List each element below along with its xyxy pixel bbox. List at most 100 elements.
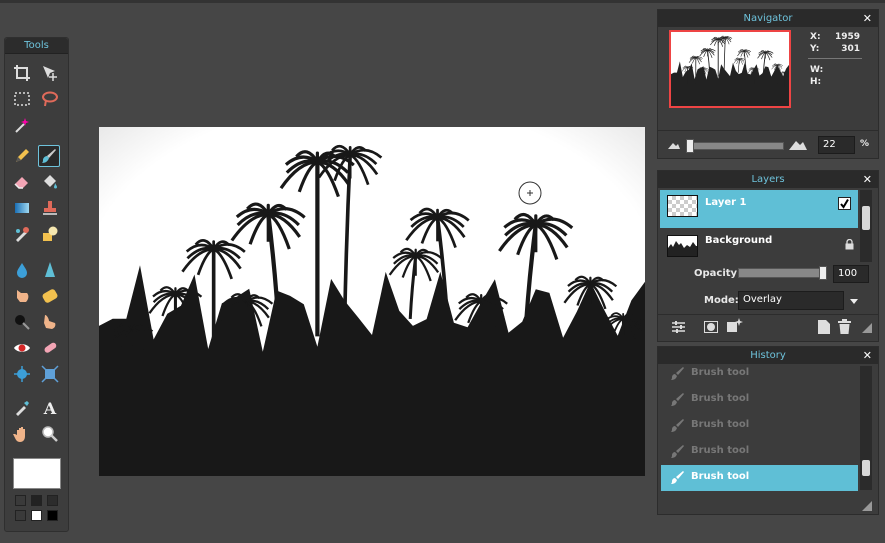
history-item[interactable]: Brush tool	[661, 387, 858, 413]
top-divider	[0, 0, 885, 3]
burn-tool-icon[interactable]	[39, 311, 61, 333]
zoom-slider-knob[interactable]	[686, 139, 694, 153]
opacity-input[interactable]: 100	[833, 265, 869, 283]
history-item[interactable]: Brush tool	[661, 361, 858, 387]
color-picker-tool-icon[interactable]	[11, 397, 33, 419]
blend-mode-select[interactable]: Overlay	[738, 291, 844, 310]
background-thumbnail	[667, 235, 698, 257]
history-panel: History ✕ Brush tool Brush tool Brush tool…	[657, 346, 879, 515]
secondary-swatch-2[interactable]	[31, 495, 42, 506]
brush-icon	[671, 367, 684, 380]
x-value: 1959	[834, 32, 860, 42]
layer-row-background[interactable]: Background	[660, 230, 858, 268]
opacity-label: Opacity:	[694, 268, 742, 279]
layers-panel: Layers ✕ Layer 1 Background Opacity: 100…	[657, 170, 879, 342]
image-canvas[interactable]	[99, 127, 645, 476]
layers-close-icon[interactable]: ✕	[863, 171, 872, 188]
hand-tool-icon[interactable]	[11, 423, 33, 445]
tools-panel: Tools A	[4, 37, 69, 532]
crop-tool-icon[interactable]	[11, 62, 33, 84]
layers-scroll-thumb[interactable]	[862, 206, 870, 230]
zoom-bar: 22 %	[658, 130, 878, 158]
spot-heal-tool-icon[interactable]	[39, 337, 61, 359]
zoom-in-icon[interactable]	[789, 139, 807, 150]
background-layer-name: Background	[705, 235, 773, 246]
pencil-tool-icon[interactable]	[11, 145, 33, 167]
history-close-icon[interactable]: ✕	[863, 347, 872, 364]
type-tool-icon[interactable]: A	[39, 397, 61, 419]
history-scrollbar[interactable]	[860, 366, 872, 490]
history-scroll-thumb[interactable]	[862, 460, 870, 476]
navigator-title: Navigator	[743, 13, 793, 24]
sharpen-tool-icon[interactable]	[39, 259, 61, 281]
history-title: History	[750, 350, 786, 361]
opacity-slider-knob[interactable]	[819, 266, 827, 280]
lasso-tool-icon[interactable]	[39, 88, 61, 110]
marquee-tool-icon[interactable]	[11, 88, 33, 110]
layer-mask-icon[interactable]	[704, 321, 718, 333]
clone-stamp-tool-icon[interactable]	[39, 197, 61, 219]
pinch-tool-icon[interactable]	[39, 363, 61, 385]
x-label: X:	[810, 32, 821, 42]
palm-trees-photo	[99, 127, 645, 476]
magic-wand-tool-icon[interactable]	[11, 114, 33, 136]
h-label: H:	[810, 77, 822, 87]
navigator-separator	[808, 58, 862, 59]
history-item-label: Brush tool	[691, 393, 750, 404]
layer-row-layer-1[interactable]: Layer 1	[660, 190, 858, 228]
zoom-unit: %	[860, 139, 870, 149]
layer-styles-icon[interactable]	[726, 318, 743, 333]
secondary-swatch-4[interactable]	[15, 510, 26, 521]
brush-icon	[671, 419, 684, 432]
zoom-slider-track[interactable]	[686, 142, 784, 150]
smudge-tool-icon[interactable]	[11, 285, 33, 307]
default-black-swatch[interactable]	[47, 510, 58, 521]
primary-color-swatch[interactable]	[13, 458, 61, 489]
navigator-thumbnail[interactable]	[669, 30, 791, 108]
secondary-swatch-1[interactable]	[15, 495, 26, 506]
layers-title: Layers	[751, 174, 785, 185]
red-eye-tool-icon[interactable]	[11, 337, 33, 359]
secondary-swatch-3[interactable]	[47, 495, 58, 506]
blur-tool-icon[interactable]	[11, 259, 33, 281]
navigator-header: Navigator ✕	[658, 10, 878, 27]
move-tool-icon[interactable]	[39, 62, 61, 84]
w-label: W:	[810, 65, 824, 75]
eraser-tool-icon[interactable]	[11, 171, 33, 193]
bloat-tool-icon[interactable]	[11, 363, 33, 385]
history-item[interactable]: Brush tool	[661, 439, 858, 465]
dodge-tool-icon[interactable]	[11, 311, 33, 333]
resize-grip-icon[interactable]	[862, 323, 872, 333]
opacity-slider[interactable]	[738, 268, 826, 278]
sponge-tool-icon[interactable]	[39, 285, 61, 307]
layers-scrollbar[interactable]	[860, 190, 872, 262]
trash-icon[interactable]	[838, 319, 851, 334]
layer-1-thumbnail	[667, 195, 698, 217]
navigator-panel: Navigator ✕ X: 1959 Y: 301 W: H: 22 %	[657, 9, 879, 159]
zoom-out-icon[interactable]	[668, 141, 680, 149]
history-item-label: Brush tool	[691, 419, 750, 430]
history-item[interactable]: Brush tool	[661, 413, 858, 439]
zoom-tool-icon[interactable]	[39, 423, 61, 445]
lock-icon	[845, 239, 854, 250]
layer-1-name: Layer 1	[705, 197, 747, 208]
y-label: Y:	[810, 44, 820, 54]
chevron-down-icon[interactable]	[850, 299, 858, 304]
resize-grip-icon[interactable]	[862, 501, 872, 511]
layer-settings-icon[interactable]	[672, 321, 685, 333]
new-layer-icon[interactable]	[818, 320, 830, 334]
brush-icon	[671, 445, 684, 458]
history-item-label: Brush tool	[691, 471, 750, 482]
paint-bucket-tool-icon[interactable]	[39, 171, 61, 193]
drawing-tool-icon[interactable]	[39, 223, 61, 245]
zoom-input[interactable]: 22	[818, 136, 855, 154]
history-item[interactable]: Brush tool	[661, 465, 858, 491]
color-replace-tool-icon[interactable]	[11, 223, 33, 245]
brush-tool-icon[interactable]	[38, 145, 60, 167]
navigator-close-icon[interactable]: ✕	[863, 10, 872, 27]
default-white-swatch[interactable]	[31, 510, 42, 521]
mode-label: Mode:	[704, 295, 739, 306]
tools-panel-title: Tools	[5, 38, 68, 54]
layer-1-visibility-checkbox[interactable]	[838, 197, 851, 210]
gradient-tool-icon[interactable]	[11, 197, 33, 219]
